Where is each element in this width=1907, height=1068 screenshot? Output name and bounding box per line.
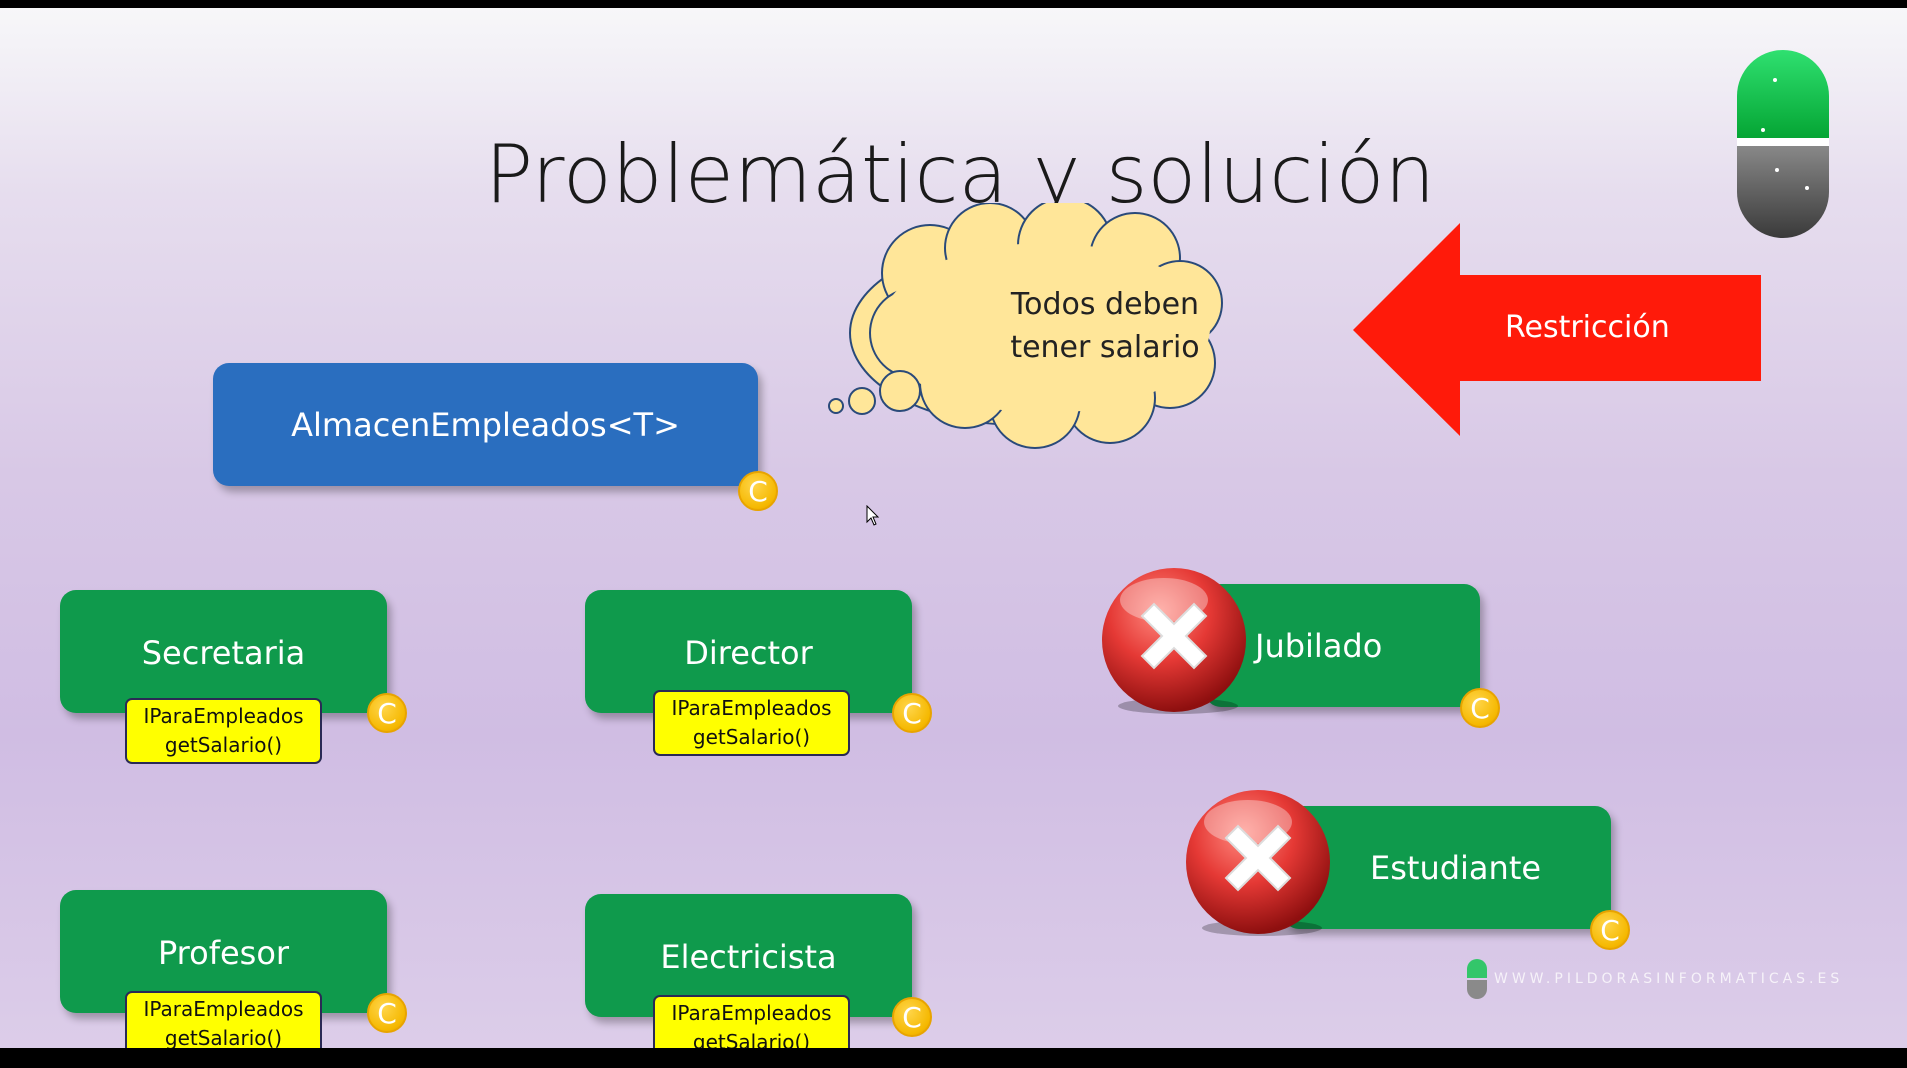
interface-name: IParaEmpleados bbox=[143, 704, 304, 728]
class-label-director: Director bbox=[684, 634, 813, 672]
interface-name: IParaEmpleados bbox=[671, 696, 832, 720]
thought-line-1: Todos deben bbox=[1010, 287, 1200, 322]
interface-box-electricista: IParaEmpleados getSalario() bbox=[653, 995, 850, 1048]
pill-logo-icon bbox=[1737, 50, 1829, 238]
class-box-secretaria: Secretaria bbox=[60, 590, 387, 713]
class-badge-icon: C bbox=[1590, 910, 1630, 950]
mouse-cursor-icon bbox=[866, 505, 880, 526]
interface-box-secretaria: IParaEmpleados getSalario() bbox=[125, 698, 322, 764]
interface-name: IParaEmpleados bbox=[143, 997, 304, 1021]
class-label-profesor: Profesor bbox=[157, 934, 290, 972]
class-label-secretaria: Secretaria bbox=[141, 634, 306, 672]
generic-class-label: AlmacenEmpleados<T> bbox=[291, 405, 680, 444]
restriction-label: Restricción bbox=[1505, 310, 1670, 345]
class-badge-icon: C bbox=[367, 993, 407, 1033]
thought-text: Todos deben tener salario bbox=[975, 283, 1235, 369]
footer-pill-icon bbox=[1467, 959, 1487, 999]
class-label-electricista: Electricista bbox=[660, 938, 837, 976]
footer-url: WWW.PILDORASINFORMATICAS.ES bbox=[1494, 971, 1844, 987]
class-badge-icon: C bbox=[1460, 688, 1500, 728]
class-label-jubilado: Jubilado bbox=[1255, 626, 1383, 665]
thought-line-2: tener salario bbox=[1010, 330, 1200, 365]
class-label-estudiante: Estudiante bbox=[1370, 848, 1542, 887]
interface-box-profesor: IParaEmpleados getSalario() bbox=[125, 991, 322, 1048]
class-badge-icon: C bbox=[738, 471, 778, 511]
interface-method: getSalario() bbox=[692, 725, 811, 749]
generic-class-box: AlmacenEmpleados<T> bbox=[213, 363, 758, 486]
class-badge-icon: C bbox=[892, 997, 932, 1037]
reject-x-icon bbox=[1186, 790, 1330, 936]
bottom-bar bbox=[0, 1048, 1907, 1068]
interface-method: getSalario() bbox=[164, 1026, 283, 1048]
interface-name: IParaEmpleados bbox=[671, 1001, 832, 1025]
interface-method: getSalario() bbox=[692, 1030, 811, 1048]
class-badge-icon: C bbox=[367, 693, 407, 733]
class-badge-icon: C bbox=[892, 693, 932, 733]
slide: Problemática y solución Todos deben tene… bbox=[0, 8, 1907, 1048]
reject-x-icon bbox=[1102, 568, 1246, 714]
interface-method: getSalario() bbox=[164, 733, 283, 757]
interface-box-director: IParaEmpleados getSalario() bbox=[653, 690, 850, 756]
